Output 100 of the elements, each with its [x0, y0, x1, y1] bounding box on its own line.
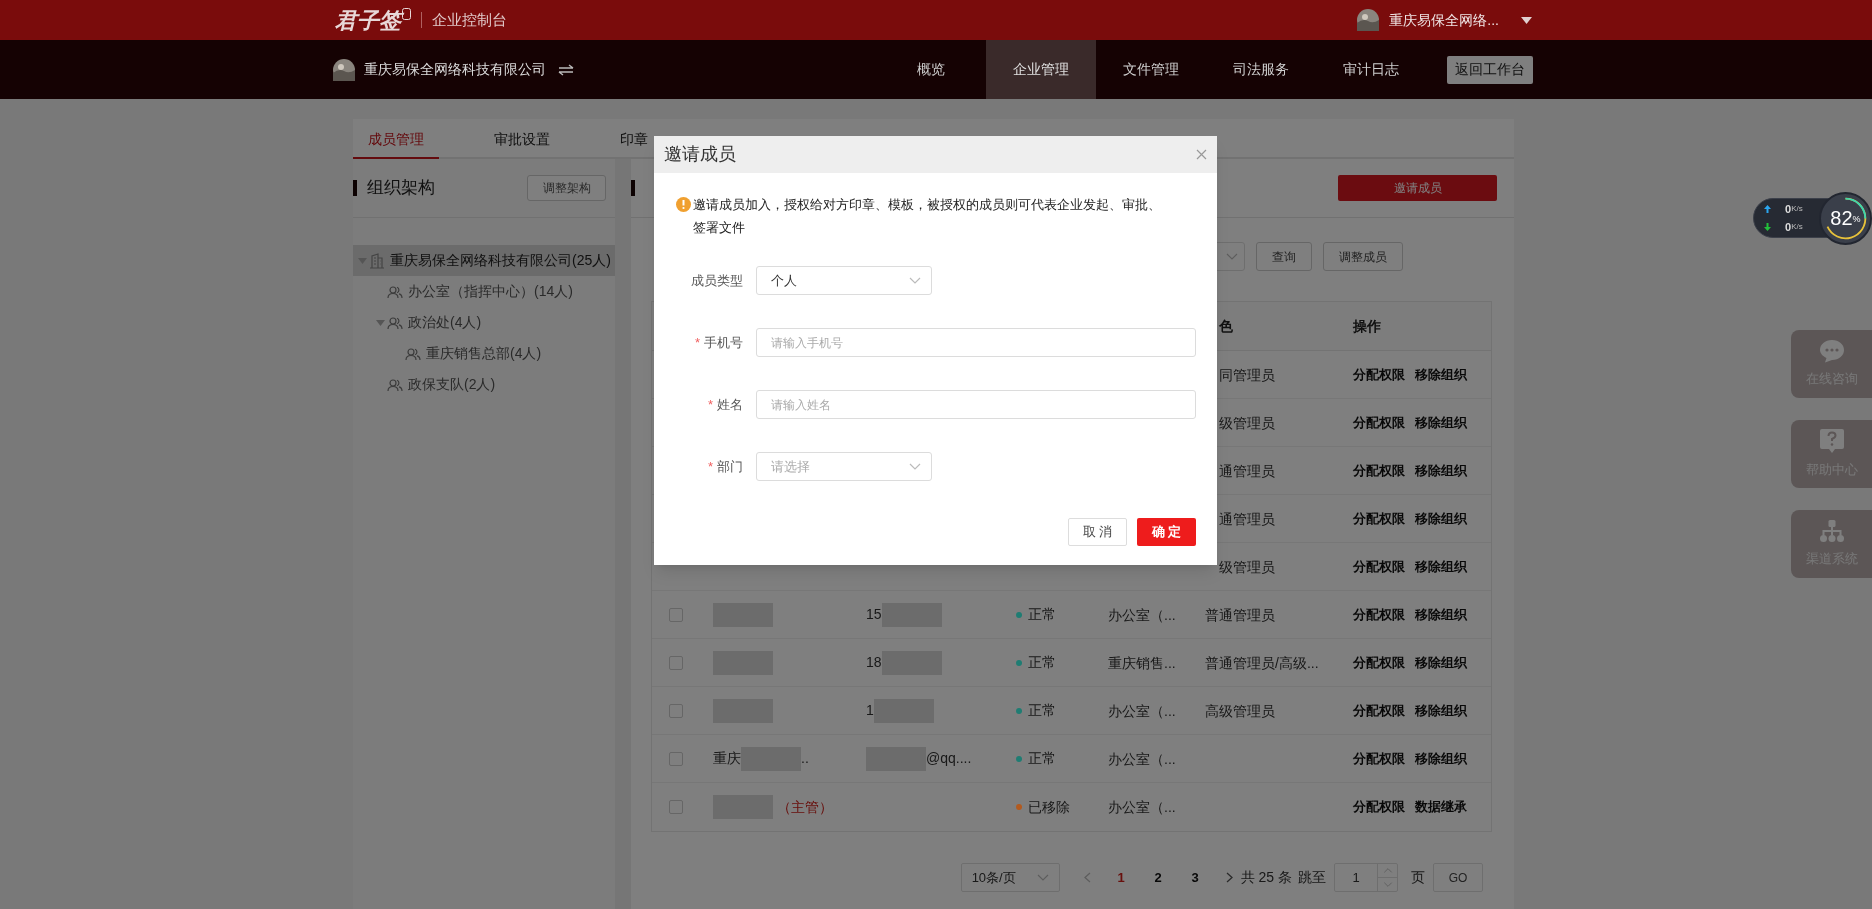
help-icon — [1818, 428, 1845, 455]
warning-icon — [676, 197, 691, 212]
required-mark: * — [694, 333, 700, 352]
speed-unit: K/s — [1791, 202, 1803, 215]
account-name[interactable]: 重庆易保全网络... — [1389, 9, 1499, 31]
phone-number: 1 — [866, 701, 874, 720]
caret-down-icon[interactable] — [1521, 16, 1532, 24]
total-count: 共 25 条 — [1240, 868, 1292, 887]
action-link[interactable]: 移除组织 — [1415, 700, 1467, 721]
required-mark: * — [707, 457, 713, 476]
cancel-button[interactable]: 取 消 — [1068, 518, 1127, 546]
people-icon — [405, 346, 421, 361]
role-text: 通管理员 — [1219, 510, 1275, 527]
page-number[interactable]: 3 — [1188, 867, 1202, 888]
nav-tab[interactable]: 文件管理 — [1096, 40, 1206, 99]
page-number[interactable]: 2 — [1151, 867, 1165, 888]
action-link[interactable]: 分配权限 — [1353, 364, 1405, 385]
department-text: 办公室（... — [1108, 799, 1176, 815]
input-field[interactable]: 请输入姓名 — [756, 390, 1196, 419]
status-text: 正常 — [1028, 605, 1056, 624]
status-text: 正常 — [1028, 749, 1056, 768]
nav-tab[interactable]: 审计日志 — [1316, 40, 1426, 99]
chevron-down-icon — [1226, 253, 1238, 260]
confirm-button[interactable]: 确 定 — [1137, 518, 1196, 546]
role-text: 普通管理员 — [1205, 606, 1275, 623]
role-text: 高级管理员 — [1205, 702, 1275, 719]
invite-member-button[interactable]: 邀请成员 — [1338, 175, 1497, 201]
people-icon — [387, 315, 403, 330]
role-text: 普通管理员/高级... — [1205, 654, 1319, 671]
nav-tab[interactable]: 概览 — [876, 40, 986, 99]
member-name: .. — [801, 749, 809, 768]
tab[interactable]: 审批设置 — [479, 121, 565, 159]
action-link[interactable]: 分配权限 — [1353, 652, 1405, 673]
row-checkbox[interactable] — [668, 655, 683, 670]
tree-label: 政治处(4人) — [408, 313, 482, 332]
field-label: 手机号 — [704, 333, 743, 352]
action-link[interactable]: 移除组织 — [1415, 412, 1467, 433]
field-label: 成员类型 — [691, 271, 743, 290]
download-arrow-icon — [1764, 223, 1771, 232]
action-link[interactable]: 分配权限 — [1353, 460, 1405, 481]
chevron-down-icon — [909, 277, 921, 284]
avatar — [1357, 9, 1380, 31]
tree-label: 政保支队(2人) — [408, 375, 496, 394]
nav-tab[interactable]: 企业管理 — [986, 40, 1096, 99]
go-button[interactable]: GO — [1433, 863, 1483, 892]
page-size-select[interactable]: 10条/页 — [960, 863, 1060, 892]
action-link[interactable]: 数据继承 — [1415, 797, 1467, 817]
adjust-structure-button[interactable]: 调整架构 — [527, 175, 606, 201]
member-name: 重庆 — [713, 749, 741, 768]
swap-icon[interactable] — [558, 63, 574, 76]
percent-sign: % — [1852, 214, 1861, 224]
dialog-title: 邀请成员 — [664, 143, 736, 166]
action-link[interactable]: 分配权限 — [1353, 748, 1405, 769]
tree-item[interactable]: 重庆易保全网络科技有限公司(25人) — [353, 245, 615, 276]
nav-tab[interactable]: 司法服务 — [1206, 40, 1316, 99]
adjust-members-button[interactable]: 调整成员 — [1323, 242, 1403, 271]
expand-caret-icon[interactable] — [375, 319, 385, 326]
next-page-icon[interactable] — [1225, 872, 1233, 883]
query-button[interactable]: 查询 — [1256, 242, 1312, 271]
row-checkbox[interactable] — [668, 800, 683, 814]
role-text: 级管理员 — [1219, 558, 1275, 575]
action-link[interactable]: 分配权限 — [1353, 604, 1405, 625]
page-input[interactable]: 1 — [1334, 863, 1398, 892]
action-link[interactable]: 移除组织 — [1415, 604, 1467, 625]
close-icon[interactable] — [1196, 149, 1207, 160]
row-checkbox[interactable] — [668, 703, 683, 718]
department-text: 办公室（... — [1108, 606, 1176, 623]
action-link[interactable]: 分配权限 — [1353, 556, 1405, 577]
phone-number: @qq.... — [926, 749, 972, 768]
jump-label: 跳至 — [1298, 868, 1326, 887]
people-icon — [387, 284, 403, 299]
action-link[interactable]: 移除组织 — [1415, 748, 1467, 769]
action-link[interactable]: 分配权限 — [1353, 508, 1405, 529]
row-checkbox[interactable] — [668, 607, 683, 622]
speed-unit: K/s — [1791, 221, 1803, 234]
console-title: 企业控制台 — [432, 9, 507, 30]
field-label: 部门 — [717, 457, 743, 476]
input-field[interactable]: 请输入手机号 — [756, 328, 1196, 357]
supervisor-tag: （主管） — [777, 796, 833, 818]
page-unit: 页 — [1411, 868, 1425, 887]
action-link[interactable]: 移除组织 — [1415, 460, 1467, 481]
action-link[interactable]: 分配权限 — [1353, 412, 1405, 433]
action-link[interactable]: 分配权限 — [1353, 700, 1405, 721]
action-link[interactable]: 分配权限 — [1353, 797, 1405, 817]
tree-label: 重庆销售总部(4人) — [426, 344, 542, 363]
people-icon — [387, 377, 403, 392]
department-text: 办公室（... — [1108, 750, 1176, 767]
role-text: 级管理员 — [1219, 414, 1275, 431]
upload-arrow-icon — [1764, 204, 1771, 213]
status-text: 正常 — [1028, 653, 1056, 672]
previous-page-icon[interactable] — [1083, 872, 1091, 883]
action-link[interactable]: 移除组织 — [1415, 508, 1467, 529]
action-link[interactable]: 移除组织 — [1415, 364, 1467, 385]
page-number[interactable]: 1 — [1114, 867, 1128, 888]
action-link[interactable]: 移除组织 — [1415, 556, 1467, 577]
action-link[interactable]: 移除组织 — [1415, 652, 1467, 673]
row-checkbox[interactable] — [668, 751, 683, 766]
select-field[interactable]: 个人 — [756, 266, 932, 295]
building-icon — [369, 252, 385, 269]
return-workbench-button[interactable]: 返回工作台 — [1447, 55, 1533, 84]
